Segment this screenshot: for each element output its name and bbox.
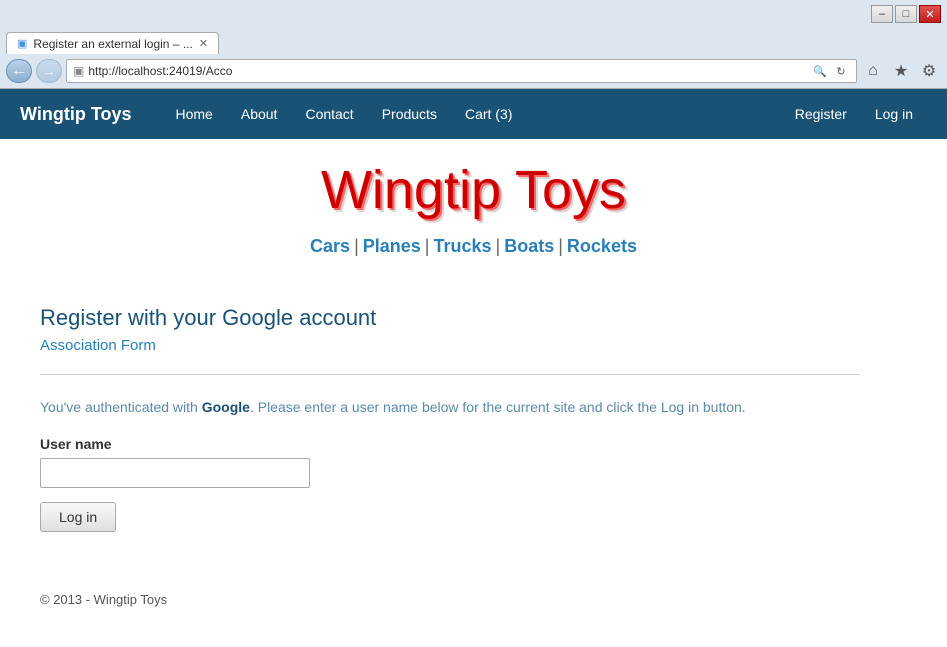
info-text: You've authenticated with Google. Please… bbox=[40, 397, 860, 418]
nav-register[interactable]: Register bbox=[781, 89, 861, 139]
sep-2: | bbox=[425, 236, 430, 257]
google-text: Google bbox=[202, 399, 250, 415]
url-favicon: ▣ bbox=[73, 64, 84, 78]
search-icon[interactable]: 🔍 bbox=[811, 62, 829, 80]
nav-right: Register Log in bbox=[781, 89, 927, 139]
nav-login[interactable]: Log in bbox=[861, 89, 927, 139]
close-button[interactable]: ✕ bbox=[919, 5, 941, 23]
back-button[interactable]: ← bbox=[6, 59, 32, 83]
page-heading: Register with your Google account bbox=[40, 305, 860, 331]
info-before: You've authenticated with bbox=[40, 399, 202, 415]
tab-favicon: ▣ bbox=[17, 37, 27, 50]
tab-close-icon[interactable]: ✕ bbox=[199, 37, 208, 50]
cat-rockets[interactable]: Rockets bbox=[567, 236, 637, 257]
minimize-button[interactable]: – bbox=[871, 5, 893, 23]
username-label: User name bbox=[40, 436, 860, 452]
page-content: Wingtip Toys Cars | Planes | Trucks | Bo… bbox=[0, 139, 947, 647]
url-actions: 🔍 ↻ bbox=[811, 62, 850, 80]
divider bbox=[40, 374, 860, 375]
settings-icon[interactable]: ⚙ bbox=[917, 59, 941, 83]
tab-bar: ▣ Register an external login – ... ✕ bbox=[0, 28, 947, 54]
sep-4: | bbox=[558, 236, 563, 257]
browser-tab[interactable]: ▣ Register an external login – ... ✕ bbox=[6, 32, 219, 54]
main-content: Register with your Google account Associ… bbox=[0, 285, 900, 647]
nav-products[interactable]: Products bbox=[368, 89, 451, 139]
cat-planes[interactable]: Planes bbox=[363, 236, 421, 257]
address-bar: ← → ▣ http://localhost:24019/Acco 🔍 ↻ ⌂ … bbox=[0, 54, 947, 88]
nav-home[interactable]: Home bbox=[162, 89, 227, 139]
association-form: User name Log in bbox=[40, 436, 860, 532]
tab-label: Register an external login – ... bbox=[33, 37, 192, 51]
username-input[interactable] bbox=[40, 458, 310, 488]
category-nav: Cars | Planes | Trucks | Boats | Rockets bbox=[0, 236, 947, 257]
nav-about[interactable]: About bbox=[227, 89, 292, 139]
url-text: http://localhost:24019/Acco bbox=[88, 64, 807, 78]
nav-cart[interactable]: Cart (3) bbox=[451, 89, 526, 139]
association-form-label: Association Form bbox=[40, 337, 860, 354]
sep-1: | bbox=[354, 236, 359, 257]
site-brand[interactable]: Wingtip Toys bbox=[20, 104, 132, 125]
sep-3: | bbox=[496, 236, 501, 257]
title-bar: – □ ✕ bbox=[0, 0, 947, 28]
info-after: . Please enter a user name below for the… bbox=[250, 399, 746, 415]
site-navigation: Wingtip Toys Home About Contact Products… bbox=[0, 89, 947, 139]
refresh-icon[interactable]: ↻ bbox=[832, 62, 850, 80]
footer: © 2013 - Wingtip Toys bbox=[40, 572, 860, 607]
login-button[interactable]: Log in bbox=[40, 502, 116, 532]
nav-contact[interactable]: Contact bbox=[291, 89, 367, 139]
cat-trucks[interactable]: Trucks bbox=[433, 236, 491, 257]
restore-button[interactable]: □ bbox=[895, 5, 917, 23]
cat-boats[interactable]: Boats bbox=[504, 236, 554, 257]
favorites-icon[interactable]: ★ bbox=[889, 59, 913, 83]
home-icon[interactable]: ⌂ bbox=[861, 59, 885, 83]
window-controls: – □ ✕ bbox=[871, 5, 941, 23]
toolbar-buttons: ⌂ ★ ⚙ bbox=[861, 59, 941, 83]
nav-links: Home About Contact Products Cart (3) bbox=[162, 89, 781, 139]
url-bar[interactable]: ▣ http://localhost:24019/Acco 🔍 ↻ bbox=[66, 59, 857, 83]
site-logo: Wingtip Toys bbox=[0, 139, 947, 236]
forward-button[interactable]: → bbox=[36, 59, 62, 83]
cat-cars[interactable]: Cars bbox=[310, 236, 350, 257]
